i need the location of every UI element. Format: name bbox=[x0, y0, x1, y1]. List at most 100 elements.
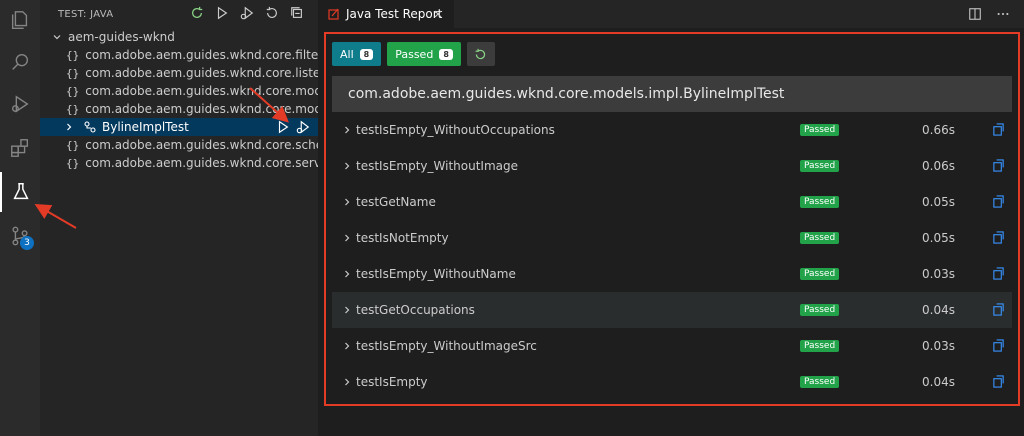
go-to-source-icon[interactable] bbox=[992, 267, 1005, 280]
debug-test-icon[interactable] bbox=[296, 120, 310, 134]
package-label: com.adobe.aem.guides.wknd.core.liste... bbox=[85, 66, 318, 80]
test-row[interactable]: testIsEmpty_WithoutImageSrc Passed 0.03s bbox=[332, 328, 1012, 364]
test-duration: 0.05s bbox=[922, 231, 955, 245]
explorer-icon[interactable] bbox=[0, 0, 40, 40]
package-label: com.adobe.aem.guides.wknd.core.mod... bbox=[85, 102, 318, 116]
chevron-right-icon[interactable] bbox=[342, 197, 352, 207]
tree-package-row[interactable]: {} com.adobe.aem.guides.wknd.core.servl.… bbox=[40, 154, 318, 172]
status-badge: Passed bbox=[800, 340, 840, 352]
sidebar-header: TEST: JAVA bbox=[40, 0, 318, 28]
tree-package-row[interactable]: {} com.adobe.aem.guides.wknd.core.sche..… bbox=[40, 136, 318, 154]
go-to-source-icon[interactable] bbox=[992, 339, 1005, 352]
tree-package-row[interactable]: {} com.adobe.aem.guides.wknd.core.mod... bbox=[40, 82, 318, 100]
filter-passed-count: 8 bbox=[439, 48, 453, 60]
chevron-right-icon[interactable] bbox=[342, 341, 352, 351]
status-badge: Passed bbox=[800, 124, 840, 136]
editor-actions bbox=[968, 7, 1010, 21]
chevron-right-icon[interactable] bbox=[342, 377, 352, 387]
test-row[interactable]: testIsNotEmpty Passed 0.05s bbox=[332, 220, 1012, 256]
chevron-down-icon bbox=[53, 35, 61, 40]
extensions-icon[interactable] bbox=[0, 128, 40, 168]
test-name: testIsEmpty_WithoutName bbox=[356, 267, 516, 281]
report-icon bbox=[328, 8, 339, 20]
package-icon: {} bbox=[66, 102, 80, 116]
package-icon: {} bbox=[66, 48, 80, 62]
tree-package-row[interactable]: {} com.adobe.aem.guides.wknd.core.liste.… bbox=[40, 64, 318, 82]
test-row[interactable]: testIsEmpty_WithoutName Passed 0.03s bbox=[332, 256, 1012, 292]
test-row[interactable]: testIsEmpty_WithoutImage Passed 0.06s bbox=[332, 148, 1012, 184]
go-to-source-icon[interactable] bbox=[992, 375, 1005, 388]
filter-bar: All 8 Passed 8 bbox=[332, 42, 495, 66]
close-icon[interactable] bbox=[432, 8, 444, 20]
tree-project-row[interactable]: aem-guides-wknd bbox=[40, 28, 318, 46]
go-to-source-icon[interactable] bbox=[992, 303, 1005, 316]
test-class-header: com.adobe.aem.guides.wknd.core.models.im… bbox=[332, 76, 1012, 112]
package-icon: {} bbox=[66, 84, 80, 98]
refresh-report-button[interactable] bbox=[466, 42, 495, 66]
tab-java-test-report[interactable]: Java Test Report bbox=[318, 0, 454, 28]
package-icon: {} bbox=[66, 66, 80, 80]
chevron-right-icon[interactable] bbox=[342, 161, 352, 171]
chevron-right-icon[interactable] bbox=[342, 269, 352, 279]
status-badge: Passed bbox=[800, 304, 840, 316]
test-duration: 0.03s bbox=[922, 339, 955, 353]
status-badge: Passed bbox=[800, 160, 840, 172]
tree-class-row[interactable]: BylineImplTest bbox=[40, 118, 318, 136]
testing-icon[interactable] bbox=[0, 172, 40, 212]
status-badge: Passed bbox=[800, 268, 840, 280]
go-to-source-icon[interactable] bbox=[992, 195, 1005, 208]
run-all-tests-icon[interactable] bbox=[215, 6, 229, 20]
chevron-right-icon bbox=[67, 123, 72, 131]
debug-all-tests-icon[interactable] bbox=[240, 6, 254, 20]
test-duration: 0.06s bbox=[922, 159, 955, 173]
package-label: com.adobe.aem.guides.wknd.core.sche... bbox=[85, 138, 318, 152]
test-row[interactable]: testGetName Passed 0.05s bbox=[332, 184, 1012, 220]
rerun-icon[interactable] bbox=[265, 6, 279, 20]
search-icon[interactable] bbox=[0, 42, 40, 82]
go-to-source-icon[interactable] bbox=[992, 123, 1005, 136]
test-duration: 0.66s bbox=[922, 123, 955, 137]
filter-all-count: 8 bbox=[359, 48, 374, 60]
chevron-right-icon[interactable] bbox=[342, 305, 352, 315]
test-name: testGetName bbox=[356, 195, 436, 209]
chevron-right-icon[interactable] bbox=[342, 125, 352, 135]
tree-package-row[interactable]: {} com.adobe.aem.guides.wknd.core.filter… bbox=[40, 46, 318, 64]
class-row-actions bbox=[276, 120, 310, 134]
status-badge: Passed bbox=[800, 232, 840, 244]
activity-bar: 3 bbox=[0, 0, 40, 436]
refresh-tests-icon[interactable] bbox=[190, 6, 204, 20]
go-to-source-icon[interactable] bbox=[992, 159, 1005, 172]
split-editor-icon[interactable] bbox=[968, 7, 982, 21]
chevron-right-icon[interactable] bbox=[342, 233, 352, 243]
source-control-icon[interactable] bbox=[0, 216, 40, 256]
status-badge: Passed bbox=[800, 376, 840, 388]
test-row[interactable]: testIsEmpty Passed 0.04s bbox=[332, 364, 1012, 400]
project-label: aem-guides-wknd bbox=[68, 30, 175, 44]
test-name: testGetOccupations bbox=[356, 303, 475, 317]
test-name: testIsEmpty_WithoutImageSrc bbox=[356, 339, 537, 353]
source-control-badge: 3 bbox=[20, 236, 34, 250]
editor-tab-bar: Java Test Report bbox=[318, 0, 1024, 28]
run-test-icon[interactable] bbox=[276, 120, 290, 134]
sidebar-title: TEST: JAVA bbox=[58, 8, 114, 20]
test-row[interactable]: testGetOccupations Passed 0.04s bbox=[332, 292, 1012, 328]
test-row[interactable]: testIsEmpty_WithoutOccupations Passed 0.… bbox=[332, 112, 1012, 148]
run-debug-icon[interactable] bbox=[0, 84, 40, 124]
filter-all-button[interactable]: All 8 bbox=[332, 42, 382, 66]
test-duration: 0.04s bbox=[922, 375, 955, 389]
test-name: testIsEmpty bbox=[356, 375, 428, 389]
test-name: testIsNotEmpty bbox=[356, 231, 449, 245]
sidebar-actions bbox=[190, 6, 304, 20]
go-to-source-icon[interactable] bbox=[992, 231, 1005, 244]
tree-package-row[interactable]: {} com.adobe.aem.guides.wknd.core.mod... bbox=[40, 100, 318, 118]
package-label: com.adobe.aem.guides.wknd.core.mod... bbox=[85, 84, 318, 98]
test-duration: 0.04s bbox=[922, 303, 955, 317]
filter-passed-button[interactable]: Passed 8 bbox=[387, 42, 461, 66]
filter-all-label: All bbox=[340, 47, 354, 61]
package-icon: {} bbox=[66, 156, 80, 170]
test-report-panel: All 8 Passed 8 com.adobe.aem.guides.wknd… bbox=[324, 32, 1020, 406]
package-icon: {} bbox=[66, 138, 80, 152]
package-label: com.adobe.aem.guides.wknd.core.servl... bbox=[85, 156, 318, 170]
more-actions-icon[interactable] bbox=[996, 7, 1010, 21]
collapse-all-icon[interactable] bbox=[290, 6, 304, 20]
